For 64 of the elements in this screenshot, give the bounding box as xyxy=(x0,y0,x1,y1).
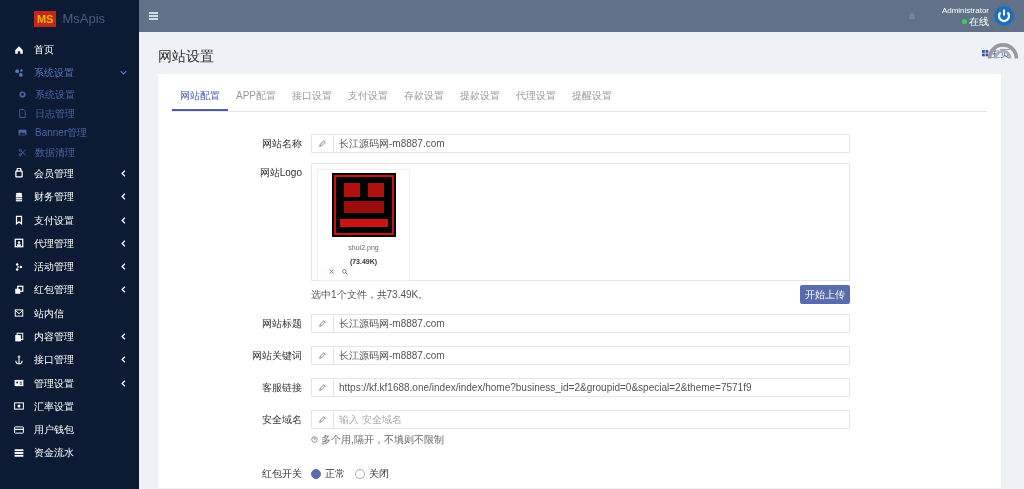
bookmark-icon xyxy=(14,215,24,225)
radio-option[interactable]: 正常 xyxy=(311,466,345,481)
file-icon xyxy=(18,109,27,119)
pencil-icon xyxy=(319,320,326,327)
field-label: 网站标题 xyxy=(262,318,302,329)
radio-button[interactable] xyxy=(311,468,321,479)
sidebar-item[interactable]: 管理设置 xyxy=(0,371,139,395)
upload-button[interactable]: 开始上传 xyxy=(800,285,850,304)
status-text: 在线 xyxy=(969,15,989,27)
pencil-icon xyxy=(319,352,326,359)
help-icon xyxy=(311,436,318,443)
scissors-icon xyxy=(18,147,27,157)
list-icon xyxy=(14,448,24,458)
sidebar-item[interactable]: 活动管理 xyxy=(0,254,139,279)
image-icon xyxy=(18,128,27,138)
envelope-icon xyxy=(14,308,24,319)
sidebar-item[interactable]: 资金流水 xyxy=(0,441,139,465)
field-label: 网站名称 xyxy=(262,138,302,149)
id-card-icon xyxy=(14,378,24,389)
nodes-icon xyxy=(14,261,24,272)
sidebar-item[interactable]: 首页 xyxy=(0,38,139,62)
sidebar-item[interactable]: 财务管理 xyxy=(0,185,139,209)
field-label: 客服链接 xyxy=(262,382,302,393)
pencil-icon xyxy=(319,140,326,147)
sidebar-item[interactable]: 会员管理 xyxy=(0,161,139,186)
field-label: 红包开关 xyxy=(262,468,302,479)
field-label: 网站关键词 xyxy=(252,350,302,361)
remove-icon[interactable] xyxy=(329,269,334,274)
lock-icon xyxy=(14,168,24,179)
sidebar-item[interactable]: 汇率设置 xyxy=(0,394,139,419)
home-icon xyxy=(14,44,24,55)
credit-card-icon xyxy=(14,424,24,435)
copy-icon xyxy=(14,331,24,342)
dashboard-icon xyxy=(982,50,989,57)
radio-button[interactable] xyxy=(355,468,365,479)
help-text: 多个用,隔开，不填则不限制 xyxy=(321,433,444,447)
power-icon[interactable] xyxy=(994,6,1014,26)
user-name: Administrator xyxy=(941,5,989,16)
tab[interactable]: 网站配置 xyxy=(172,81,228,111)
logo-mark: MS xyxy=(33,11,57,27)
upload-summary: 选中1个文件，共73.49K。 xyxy=(311,288,429,302)
sidebar-item[interactable]: 系统设置 xyxy=(0,61,139,85)
sidebar-item[interactable]: 用户钱包 xyxy=(0,418,139,442)
sidebar-item[interactable]: 接口管理 xyxy=(0,348,139,372)
zoom-icon[interactable] xyxy=(342,269,348,275)
page-title: 网站设置 xyxy=(158,47,214,66)
field-label: 网站Logo xyxy=(259,167,302,178)
id-badge-icon xyxy=(14,238,24,249)
money-icon xyxy=(14,401,24,412)
sidebar-item[interactable]: 红包管理 xyxy=(0,278,139,302)
pencil-icon xyxy=(319,416,326,423)
database-icon xyxy=(14,191,24,202)
squares-icon xyxy=(14,284,24,295)
sidebar-item[interactable]: 代理管理 xyxy=(0,231,139,255)
sidebar-item[interactable]: 支付设置 xyxy=(0,208,139,232)
pencil-icon xyxy=(319,384,326,391)
sidebar-item[interactable]: 内容管理 xyxy=(0,324,139,349)
radio-option[interactable]: 关闭 xyxy=(355,466,389,481)
anchor-icon xyxy=(14,354,24,365)
logo-text: MsApis xyxy=(62,10,106,29)
gear-icon xyxy=(18,89,27,99)
sidebar-item[interactable]: 站内信 xyxy=(0,301,139,325)
field-label: 安全域名 xyxy=(262,414,302,425)
menu-icon[interactable] xyxy=(149,12,158,20)
